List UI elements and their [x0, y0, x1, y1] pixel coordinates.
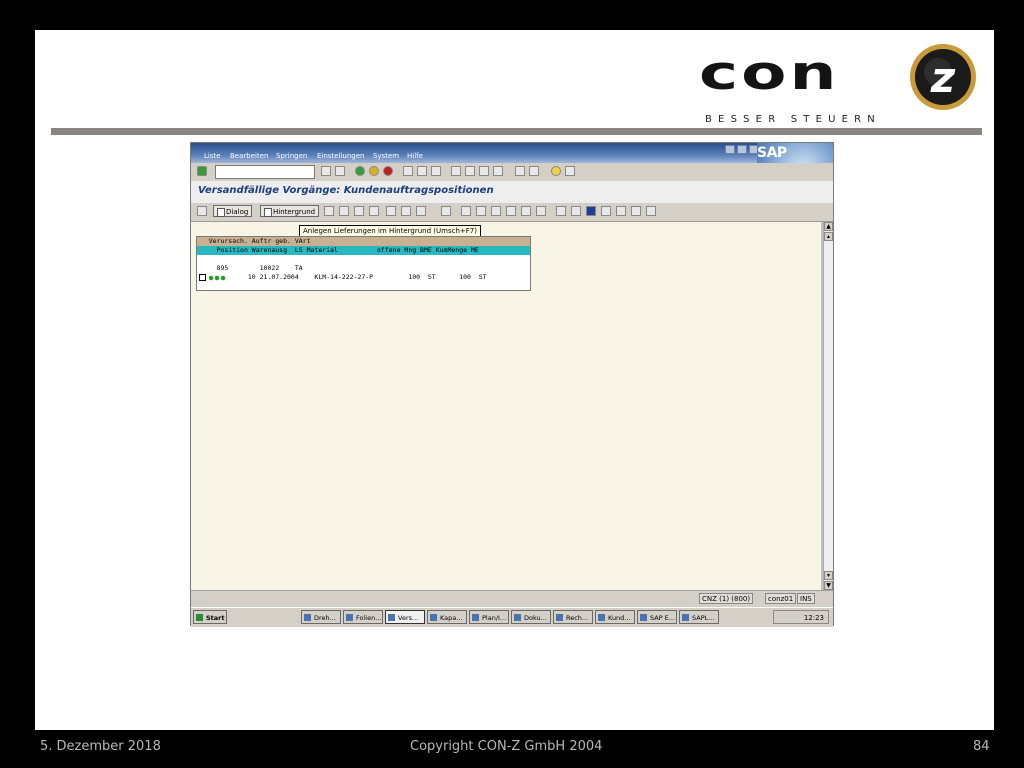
application-toolbar: Dialog Hintergrund — [191, 203, 833, 222]
sum-icon[interactable] — [441, 206, 451, 216]
prev-page-icon[interactable] — [465, 166, 475, 176]
window-controls — [725, 145, 759, 154]
print-icon[interactable] — [403, 166, 413, 176]
status-bar: CNZ (1) (800) conz01 INS — [191, 590, 833, 607]
vertical-scrollbar[interactable]: ▲ ▴ ▾ ▼ — [823, 222, 833, 590]
row-checkbox[interactable] — [199, 274, 206, 281]
delete-icon[interactable] — [646, 206, 656, 216]
system-info[interactable]: CNZ (1) (800) — [699, 593, 754, 604]
taskbar-item[interactable]: Doku... — [511, 610, 551, 624]
menu-liste[interactable]: Liste — [204, 152, 221, 160]
info-icon[interactable] — [586, 206, 596, 216]
next-page-icon[interactable] — [479, 166, 489, 176]
footer-date: 5. Dezember 2018 — [40, 739, 161, 754]
taskbar-item[interactable]: Kund... — [595, 610, 635, 624]
sort-asc-icon[interactable] — [386, 206, 396, 216]
filter-icon[interactable] — [416, 206, 426, 216]
scroll-up-icon[interactable]: ▲ — [824, 222, 833, 231]
start-button[interactable]: Start — [193, 610, 227, 624]
taskbar-item[interactable]: Plan/I... — [469, 610, 509, 624]
taskbar-item[interactable]: SAPL... — [679, 610, 719, 624]
menu-bearbeiten[interactable]: Bearbeiten — [230, 152, 268, 160]
sort-desc-icon[interactable] — [401, 206, 411, 216]
new-session-icon[interactable] — [515, 166, 525, 176]
maximize-icon[interactable] — [737, 145, 747, 154]
footer-page-number: 84 — [973, 739, 990, 754]
page-down-icon[interactable]: ▾ — [824, 571, 833, 580]
logo-badge-icon: z — [910, 44, 976, 110]
expand-icon[interactable] — [571, 206, 581, 216]
back-arrow-icon[interactable] — [321, 166, 331, 176]
sap-logo-text: SAP — [757, 145, 787, 161]
columns-icon[interactable] — [556, 206, 566, 216]
order-row[interactable]: 895 10022 TA — [197, 264, 530, 273]
taskbar-item-active[interactable]: Vers... — [385, 610, 425, 624]
shortcut-icon[interactable] — [529, 166, 539, 176]
cancel-icon[interactable] — [383, 166, 393, 176]
logo-badge-letter: z — [930, 53, 956, 102]
column-icon[interactable] — [536, 206, 546, 216]
footer-copyright: Copyright CON-Z GmbH 2004 — [410, 739, 603, 754]
menu-system[interactable]: System — [373, 152, 399, 160]
insert-mode[interactable]: INS — [797, 593, 815, 604]
system-toolbar — [191, 163, 833, 182]
find-icon[interactable] — [417, 166, 427, 176]
hierarchy-icon[interactable] — [339, 206, 349, 216]
windows-taskbar: Start Dreh... Folien... Vers... Kapa... … — [191, 607, 833, 627]
company-logo: con z BESSER STEUERN — [699, 42, 989, 132]
screen-title: Versandfällige Vorgänge: Kundenauftragsp… — [198, 185, 494, 196]
search-icon[interactable] — [354, 206, 364, 216]
back-icon[interactable] — [355, 166, 365, 176]
scroll-down-icon[interactable]: ▼ — [824, 581, 833, 590]
prev-icon[interactable] — [601, 206, 611, 216]
sap-menubar: Liste Bearbeiten Springen Einstellungen … — [191, 143, 833, 163]
spreadsheet-icon[interactable] — [521, 206, 531, 216]
minimize-icon[interactable] — [725, 145, 735, 154]
taskbar-item[interactable]: SAP E... — [637, 610, 677, 624]
layout-change-icon[interactable] — [476, 206, 486, 216]
delivery-grid: Verursach. Auftr geb. VArt Position Ware… — [196, 236, 531, 291]
logo-tagline: BESSER STEUERN — [705, 114, 881, 125]
user-info: conz01 — [765, 593, 797, 604]
next-icon[interactable] — [616, 206, 626, 216]
logo-wordmark: con — [699, 45, 840, 101]
header-divider — [51, 128, 982, 135]
item-row[interactable]: 10 21.07.2004 KLM-14-222-27-P 100 ST 100… — [197, 273, 530, 282]
report-content: Anlegen Lieferungen im Hintergrund (Umsc… — [191, 222, 821, 590]
menu-einstellungen[interactable]: Einstellungen — [317, 152, 364, 160]
page-up-icon[interactable]: ▴ — [824, 232, 833, 241]
graphic-icon[interactable] — [506, 206, 516, 216]
dialog-button[interactable]: Dialog — [213, 205, 253, 217]
menu-springen[interactable]: Springen — [276, 152, 307, 160]
menu-hilfe[interactable]: Hilfe — [407, 152, 423, 160]
enter-icon[interactable] — [197, 166, 207, 176]
screen-titlebar: Versandfällige Vorgänge: Kundenauftragsp… — [191, 181, 833, 204]
layout-icon[interactable] — [565, 166, 575, 176]
last-page-icon[interactable] — [493, 166, 503, 176]
exit-icon[interactable] — [369, 166, 379, 176]
grid-header-line-2: Position Warenausg LS Material offene Mn… — [197, 246, 530, 255]
layout-select-icon[interactable] — [461, 206, 471, 216]
export-icon[interactable] — [491, 206, 501, 216]
choose-icon[interactable] — [369, 206, 379, 216]
taskbar-item[interactable]: Folien... — [343, 610, 383, 624]
first-page-icon[interactable] — [451, 166, 461, 176]
sap-window: Liste Bearbeiten Springen Einstellungen … — [190, 142, 834, 627]
find-next-icon[interactable] — [431, 166, 441, 176]
last-icon[interactable] — [631, 206, 641, 216]
command-field[interactable] — [215, 165, 315, 179]
grid-header-line-1: Verursach. Auftr geb. VArt — [197, 237, 530, 246]
taskbar-item[interactable]: Rech... — [553, 610, 593, 624]
help-icon[interactable] — [551, 166, 561, 176]
traffic-light-icon — [209, 275, 226, 281]
system-clock: 12:23 — [773, 610, 829, 624]
save-icon[interactable] — [335, 166, 345, 176]
taskbar-item[interactable]: Kapa... — [427, 610, 467, 624]
detail-icon[interactable] — [324, 206, 334, 216]
background-button[interactable]: Hintergrund — [260, 205, 320, 217]
refresh-icon[interactable] — [197, 206, 207, 216]
taskbar-item[interactable]: Dreh... — [301, 610, 341, 624]
